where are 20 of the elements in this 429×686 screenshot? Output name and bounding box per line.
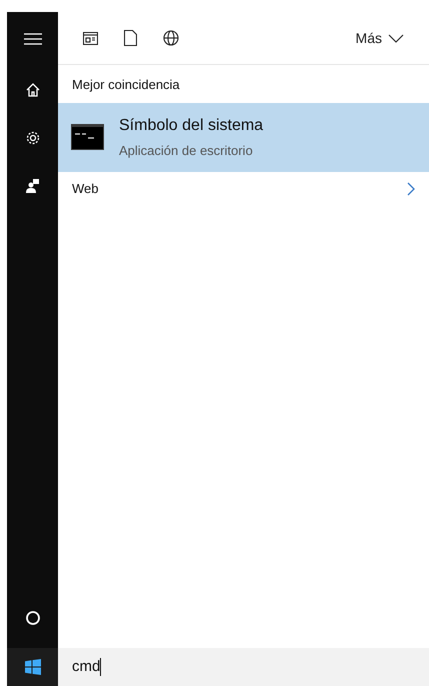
windows-logo-icon[interactable]: [24, 659, 40, 675]
app-window-icon[interactable]: [83, 32, 98, 44]
search-text: cmd: [72, 656, 100, 677]
result-subtitle: Aplicación de escritorio: [119, 142, 254, 160]
terminal-icon: [71, 124, 104, 150]
chevron-right-icon: [407, 182, 415, 196]
globe-icon[interactable]: [163, 30, 179, 46]
cortana-icon[interactable]: [24, 610, 40, 626]
settings-icon[interactable]: [24, 130, 40, 146]
home-icon[interactable]: [24, 82, 40, 98]
section-title: Mejor coincidencia: [71, 76, 181, 94]
result-item[interactable]: Símbolo del sistema Aplicación de escritorio: [58, 102, 429, 172]
search-field[interactable]: cmd: [58, 648, 429, 686]
document-icon[interactable]: [124, 30, 137, 46]
result-title: Símbolo del sistema: [119, 116, 264, 136]
web-row[interactable]: Web: [58, 172, 429, 206]
more-button[interactable]: Más: [356, 28, 404, 48]
menu-icon[interactable]: [24, 32, 42, 46]
chevron-down-icon: [388, 34, 404, 42]
user-icon[interactable]: [24, 178, 40, 194]
